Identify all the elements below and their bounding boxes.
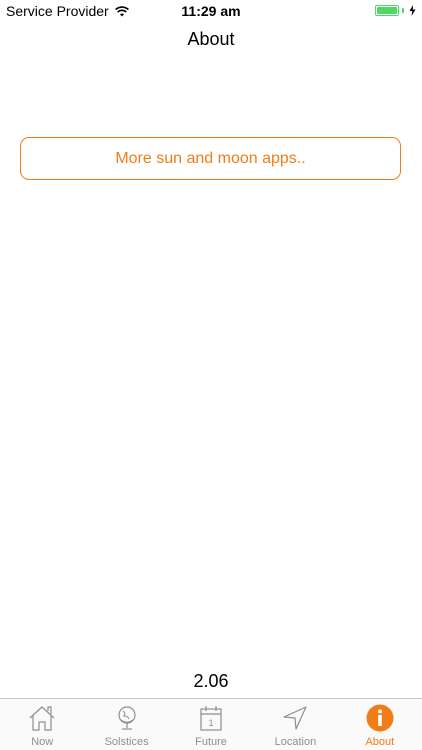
tab-future[interactable]: 1 Future: [169, 699, 253, 750]
battery-icon: [375, 5, 399, 16]
more-apps-button[interactable]: More sun and moon apps..: [20, 137, 401, 180]
battery-indicator: [375, 5, 416, 16]
battery-cap: [402, 8, 404, 13]
calendar-icon: 1: [200, 706, 222, 731]
info-icon: [366, 704, 394, 732]
tab-label-location: Location: [274, 736, 317, 748]
house-icon: [29, 706, 55, 731]
tab-now[interactable]: Now: [0, 699, 84, 750]
status-bar: Service Provider 11:29 am: [0, 0, 422, 22]
more-apps-label: More sun and moon apps..: [115, 149, 306, 167]
status-time: 11:29 am: [181, 3, 241, 19]
tab-solstices[interactable]: Solstices: [84, 699, 168, 750]
bolt-icon: [409, 5, 416, 16]
globe-icon: [118, 706, 136, 730]
page-title: About: [187, 29, 235, 49]
battery-fill: [377, 7, 397, 14]
tab-label-future: Future: [195, 736, 227, 748]
tab-label-now: Now: [31, 736, 54, 748]
tab-label-solstices: Solstices: [104, 736, 149, 748]
tab-about[interactable]: About: [338, 699, 422, 750]
location-arrow-icon: [283, 706, 308, 730]
tab-location[interactable]: Location: [253, 699, 337, 750]
tab-label-about: About: [365, 736, 395, 748]
svg-text:1: 1: [209, 718, 214, 728]
version-label: 2.06: [193, 671, 229, 691]
tab-bar: Now Solstices 1 Future Location About: [0, 698, 422, 750]
